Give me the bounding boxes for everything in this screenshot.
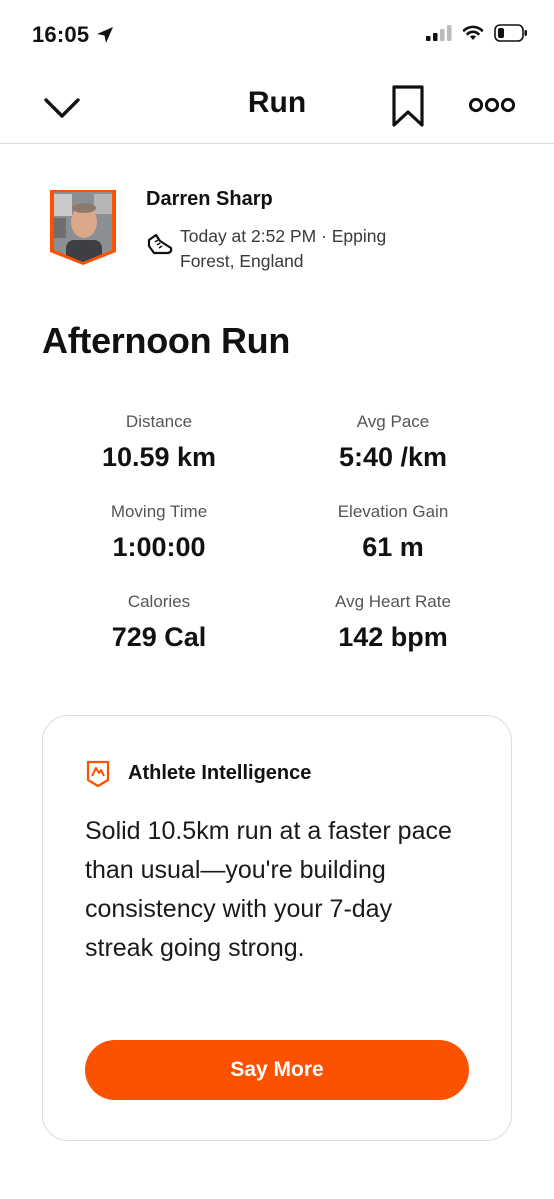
wifi-icon [462, 25, 484, 40]
athlete-intelligence-summary: Solid 10.5km run at a faster pace than u… [85, 817, 452, 962]
stat-label: Distance [125, 412, 193, 431]
stats-grid: Distance 10.59 km Avg Pace 5:40 /km Movi… [42, 410, 512, 654]
athlete-intelligence-heading: Athlete Intelligence [128, 762, 312, 784]
athlete-intelligence-icon [86, 760, 110, 788]
stat-value: 10.59 km [101, 442, 217, 472]
stat-value: 61 m [362, 532, 424, 562]
bookmark-icon[interactable] [390, 84, 426, 128]
stat-label: Avg Heart Rate [335, 592, 451, 611]
status-time: 16:05 [32, 22, 90, 47]
stat-label: Moving Time [110, 502, 208, 521]
athlete-name[interactable]: Darren Sharp [146, 188, 273, 211]
status-indicators [426, 24, 528, 42]
stat-label: Elevation Gain [337, 502, 449, 521]
stat-distance: Distance 10.59 km [42, 410, 276, 474]
more-icon[interactable] [468, 94, 516, 116]
stat-elevation-gain: Elevation Gain 61 m [276, 500, 510, 564]
stat-moving-time: Moving Time 1:00:00 [42, 500, 276, 564]
battery-icon [494, 24, 527, 42]
cellular-signal-icon [426, 25, 452, 41]
stat-calories: Calories 729 Cal [42, 590, 276, 654]
stat-value: 729 Cal [111, 622, 207, 652]
location-arrow-icon [97, 27, 113, 43]
avatar[interactable] [48, 188, 118, 266]
stat-label: Calories [127, 592, 191, 611]
stat-avg-pace: Avg Pace 5:40 /km [276, 410, 510, 474]
say-more-button[interactable]: Say More [85, 1040, 469, 1100]
stat-label: Avg Pace [356, 412, 430, 431]
nav-bar: Run [0, 70, 554, 144]
stat-value: 5:40 /km [338, 442, 448, 472]
activity-meta: Today at 2:52 PM · Epping Forest, Englan… [180, 226, 387, 271]
stat-avg-heart-rate: Avg Heart Rate 142 bpm [276, 590, 510, 654]
shoe-icon [147, 233, 173, 255]
activity-title: Afternoon Run [42, 320, 291, 361]
athlete-intelligence-card: Athlete Intelligence Solid 10.5km run at… [42, 715, 512, 1141]
status-bar: 16:05 [0, 0, 554, 70]
stat-value: 1:00:00 [112, 532, 206, 562]
stat-value: 142 bpm [338, 622, 448, 652]
